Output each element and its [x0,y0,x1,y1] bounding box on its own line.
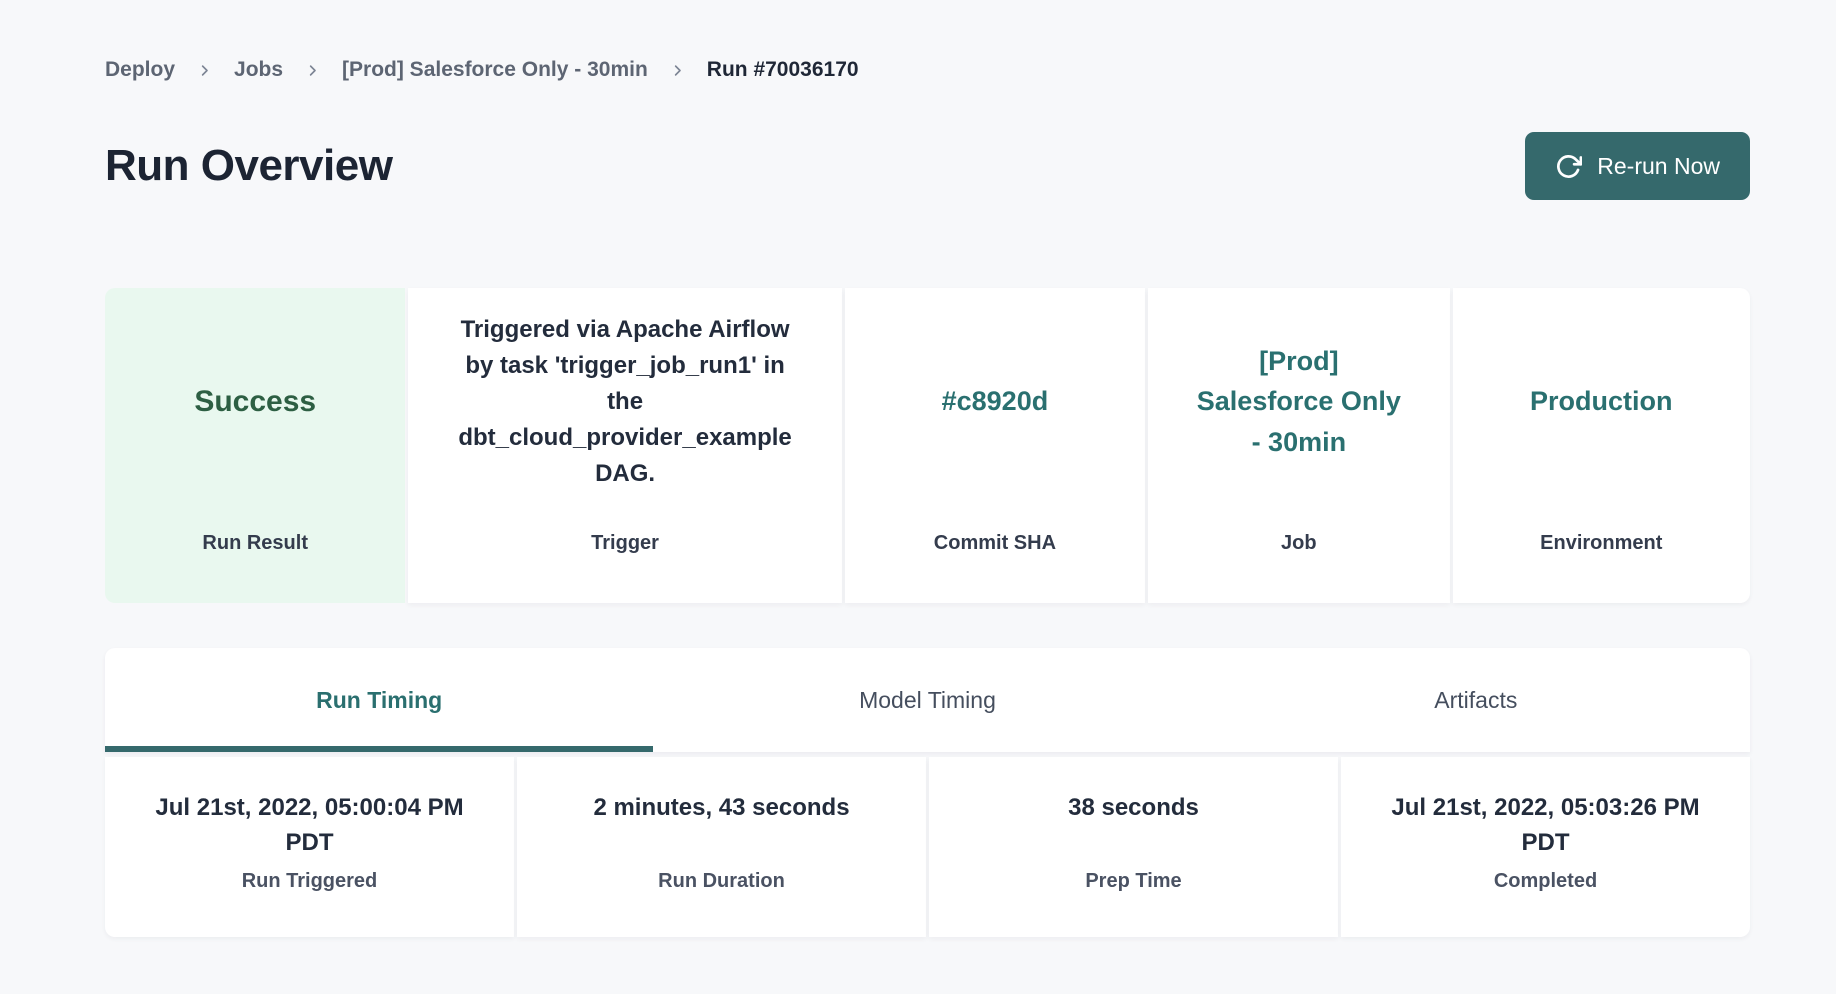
commit-sha-link[interactable]: #c8920d [942,381,1049,422]
run-result-value: Success [194,379,316,424]
summary-card-run-result: Success Run Result [105,288,405,603]
breadcrumb-item-run-number: Run #70036170 [707,58,859,82]
trigger-value: Triggered via Apache Airflow by task 'tr… [458,312,791,492]
chevron-right-icon [197,63,212,78]
timing-card-prep-time: 38 seconds Prep Time [929,757,1338,937]
summary-card-trigger: Triggered via Apache Airflow by task 'tr… [408,288,841,603]
run-summary-row: Success Run Result Triggered via Apache … [105,288,1750,603]
summary-card-environment: Production Environment [1453,288,1750,603]
job-label: Job [1148,532,1449,555]
run-detail-tabs: Run Timing Model Timing Artifacts [105,648,1750,752]
timing-card-completed: Jul 21st, 2022, 05:03:26 PM PDT Complete… [1341,757,1750,937]
completed-label: Completed [1341,870,1750,893]
prep-time-label: Prep Time [929,870,1338,893]
completed-value: Jul 21st, 2022, 05:03:26 PM PDT [1341,757,1750,861]
tab-artifacts[interactable]: Artifacts [1202,648,1750,752]
breadcrumb: Deploy Jobs [Prod] Salesforce Only - 30m… [105,58,1750,82]
tab-model-timing-label: Model Timing [859,687,996,714]
breadcrumb-item-job-name[interactable]: [Prod] Salesforce Only - 30min [342,58,648,82]
run-duration-label: Run Duration [517,870,926,893]
summary-card-job: [Prod] Salesforce Only - 30min Job [1148,288,1449,603]
rerun-now-button[interactable]: Re-run Now [1525,132,1750,200]
chevron-right-icon [670,63,685,78]
summary-card-commit-sha: #c8920d Commit SHA [845,288,1145,603]
tab-run-timing[interactable]: Run Timing [105,648,653,752]
run-triggered-value: Jul 21st, 2022, 05:00:04 PM PDT [105,757,514,861]
timing-card-run-triggered: Jul 21st, 2022, 05:00:04 PM PDT Run Trig… [105,757,514,937]
run-timing-row: Jul 21st, 2022, 05:00:04 PM PDT Run Trig… [105,757,1750,937]
environment-link[interactable]: Production [1530,381,1673,422]
active-tab-underline [105,746,653,752]
trigger-label: Trigger [408,532,841,555]
breadcrumb-item-jobs[interactable]: Jobs [234,58,283,82]
run-overview-page: Deploy Jobs [Prod] Salesforce Only - 30m… [105,58,1750,937]
refresh-icon [1555,153,1582,180]
environment-label: Environment [1453,532,1750,555]
prep-time-value: 38 seconds [929,757,1338,826]
run-triggered-label: Run Triggered [105,870,514,893]
page-header: Run Overview Re-run Now [105,132,1750,200]
rerun-now-button-label: Re-run Now [1597,153,1720,180]
breadcrumb-item-deploy[interactable]: Deploy [105,58,175,82]
job-link[interactable]: [Prod] Salesforce Only - 30min [1197,341,1401,463]
run-duration-value: 2 minutes, 43 seconds [517,757,926,826]
tab-model-timing[interactable]: Model Timing [653,648,1201,752]
chevron-right-icon [305,63,320,78]
commit-sha-label: Commit SHA [845,532,1145,555]
tab-run-timing-label: Run Timing [316,687,442,714]
timing-card-run-duration: 2 minutes, 43 seconds Run Duration [517,757,926,937]
tab-artifacts-label: Artifacts [1434,687,1517,714]
page-title: Run Overview [105,141,392,191]
run-result-label: Run Result [105,532,405,555]
